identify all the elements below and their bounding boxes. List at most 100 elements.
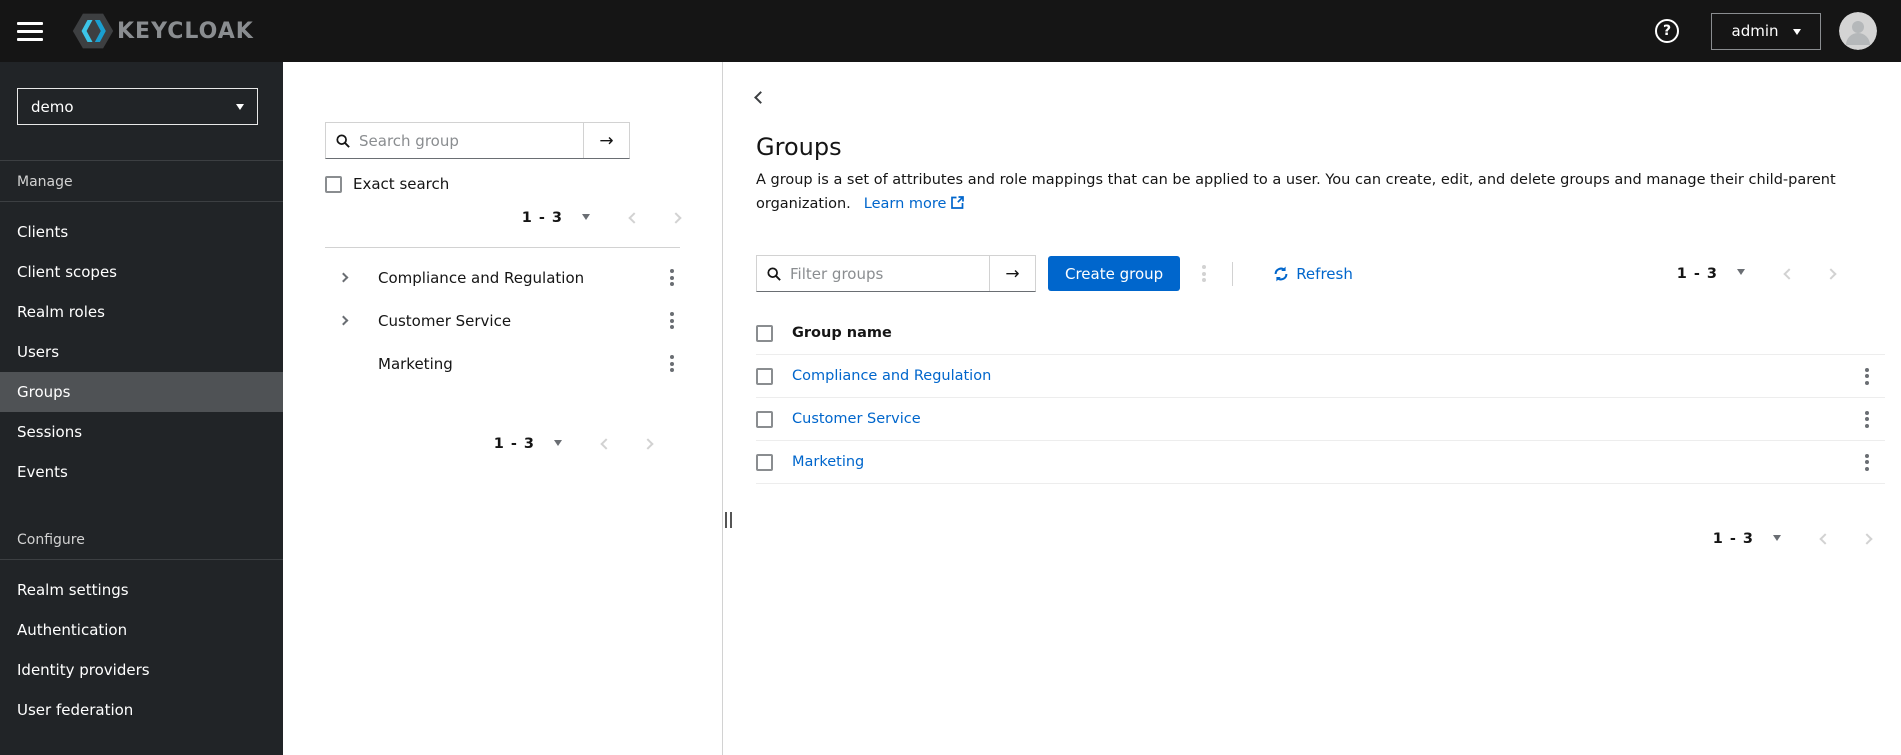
pagination-next-button[interactable] <box>670 210 682 226</box>
refresh-label: Refresh <box>1296 264 1353 283</box>
table-row: Compliance and Regulation <box>756 355 1885 398</box>
tree-divider <box>325 247 680 248</box>
group-link-customer-service[interactable]: Customer Service <box>792 411 921 427</box>
chevron-left-icon <box>754 91 767 104</box>
sidebar-item-user-federation[interactable]: User federation <box>0 690 283 730</box>
chevron-left-icon <box>1783 267 1795 280</box>
tree-item-label: Customer Service <box>378 311 512 330</box>
table-pagination-top: 1 - 3 <box>1676 263 1837 285</box>
learn-more-link[interactable]: Learn more <box>864 196 965 212</box>
group-link-marketing[interactable]: Marketing <box>792 454 864 470</box>
avatar[interactable] <box>1821 12 1877 50</box>
kebab-menu-icon[interactable] <box>664 308 680 333</box>
toolbar-divider <box>1232 261 1234 286</box>
row-kebab-menu-icon[interactable] <box>1859 450 1875 475</box>
sidebar-item-groups[interactable]: Groups <box>0 372 283 412</box>
row-kebab-menu-icon[interactable] <box>1859 407 1875 432</box>
pagination-options-toggle[interactable] <box>1754 530 1781 549</box>
tree-item-marketing[interactable]: Marketing <box>325 342 680 385</box>
sidebar-item-users[interactable]: Users <box>0 332 283 372</box>
sidebar-item-clients[interactable]: Clients <box>0 212 283 252</box>
tree-pagination-top: 1 - 3 <box>325 207 682 229</box>
user-menu-label: admin <box>1731 22 1779 40</box>
toggle-spacer <box>340 358 352 370</box>
chevron-down-icon <box>1792 28 1801 39</box>
pagination-range: 1 - 3 <box>1676 265 1718 282</box>
filter-groups-input[interactable] <box>781 256 989 291</box>
toolbar-kebab-menu-icon[interactable] <box>1196 261 1212 286</box>
exact-search-checkbox[interactable] <box>325 175 342 193</box>
pagination-range: 1 - 3 <box>493 436 535 452</box>
kebab-menu-icon[interactable] <box>664 351 680 376</box>
filter-submit-button[interactable]: → <box>989 256 1035 291</box>
exact-search-label: Exact search <box>353 175 450 193</box>
help-icon[interactable]: ? <box>1655 19 1679 43</box>
groups-toolbar: → Create group Refresh 1 - 3 <box>756 255 1885 292</box>
pagination-prev-button[interactable] <box>1819 531 1831 547</box>
sidebar-nav: demo Manage Clients Client scopes Realm … <box>0 62 283 755</box>
sidebar-item-realm-settings[interactable]: Realm settings <box>0 570 283 610</box>
group-link-compliance-and-regulation[interactable]: Compliance and Regulation <box>792 368 991 384</box>
kebab-menu-icon[interactable] <box>664 265 680 290</box>
groups-main-panel: Groups A group is a set of attributes an… <box>723 62 1901 755</box>
create-group-button[interactable]: Create group <box>1048 256 1181 291</box>
pagination-range: 1 - 3 <box>521 210 563 226</box>
table-row: Customer Service <box>756 398 1885 441</box>
pagination-options-toggle[interactable] <box>1718 264 1745 283</box>
sidebar-item-events[interactable]: Events <box>0 452 283 492</box>
collapse-panel-button[interactable] <box>754 90 767 104</box>
tree-item-customer-service[interactable]: Customer Service <box>325 299 680 342</box>
chevron-down-icon <box>1737 269 1745 279</box>
group-search-control: → <box>325 122 630 159</box>
sidebar-item-authentication[interactable]: Authentication <box>0 610 283 650</box>
panel-resize-handle[interactable] <box>725 512 732 528</box>
search-icon <box>326 123 350 158</box>
row-kebab-menu-icon[interactable] <box>1859 364 1875 389</box>
pagination-prev-button[interactable] <box>600 436 612 452</box>
realm-selector[interactable]: demo <box>17 88 258 125</box>
tree-item-compliance-and-regulation[interactable]: Compliance and Regulation <box>325 256 680 299</box>
refresh-icon <box>1274 266 1288 281</box>
sidebar-item-identity-providers[interactable]: Identity providers <box>0 650 283 690</box>
select-all-checkbox[interactable] <box>756 324 773 342</box>
chevron-left-icon <box>1819 533 1831 545</box>
page-description: A group is a set of attributes and role … <box>756 172 1836 212</box>
pagination-range: 1 - 3 <box>1712 531 1754 547</box>
chevron-right-icon <box>670 212 682 224</box>
row-checkbox[interactable] <box>756 367 773 385</box>
pagination-next-button[interactable] <box>1861 531 1873 547</box>
masthead: KEYCLOAK ? admin <box>0 0 1901 62</box>
pagination-prev-button[interactable] <box>628 210 640 226</box>
refresh-button[interactable]: Refresh <box>1273 265 1353 283</box>
search-submit-button[interactable]: → <box>583 123 629 158</box>
sidebar-item-client-scopes[interactable]: Client scopes <box>0 252 283 292</box>
sidebar-item-sessions[interactable]: Sessions <box>0 412 283 452</box>
chevron-down-icon <box>582 213 590 224</box>
pagination-next-button[interactable] <box>642 436 654 452</box>
sidebar-section-manage: Manage <box>0 161 283 202</box>
expand-chevron-icon[interactable] <box>338 315 352 327</box>
pagination-next-button[interactable] <box>1825 266 1837 282</box>
brand-text: KEYCLOAK <box>117 18 254 44</box>
group-name-column-header: Group name <box>792 325 892 341</box>
table-row: Marketing <box>756 441 1885 484</box>
table-header-row: Group name <box>756 312 1885 355</box>
row-checkbox[interactable] <box>756 453 773 471</box>
expand-chevron-icon[interactable] <box>338 272 352 284</box>
user-menu-dropdown[interactable]: admin <box>1711 12 1821 50</box>
pagination-prev-button[interactable] <box>1783 266 1795 282</box>
row-checkbox[interactable] <box>756 410 773 428</box>
keycloak-hexagon-icon <box>72 13 114 49</box>
sidebar-item-realm-roles[interactable]: Realm roles <box>0 292 283 332</box>
tree-item-label: Compliance and Regulation <box>378 268 585 287</box>
groups-table: Group name Compliance and Regulation Cus… <box>756 312 1885 484</box>
external-link-icon <box>951 196 965 209</box>
nav-toggle-hamburger-icon[interactable] <box>17 21 43 41</box>
pagination-options-toggle[interactable] <box>535 435 562 454</box>
pagination-options-toggle[interactable] <box>563 209 590 228</box>
chevron-down-icon <box>236 104 244 114</box>
group-tree-panel: → Exact search 1 - 3 Compliance and Regu… <box>283 62 732 755</box>
chevron-right-icon <box>1861 533 1873 545</box>
chevron-down-icon <box>554 439 562 450</box>
search-group-input[interactable] <box>350 123 583 158</box>
